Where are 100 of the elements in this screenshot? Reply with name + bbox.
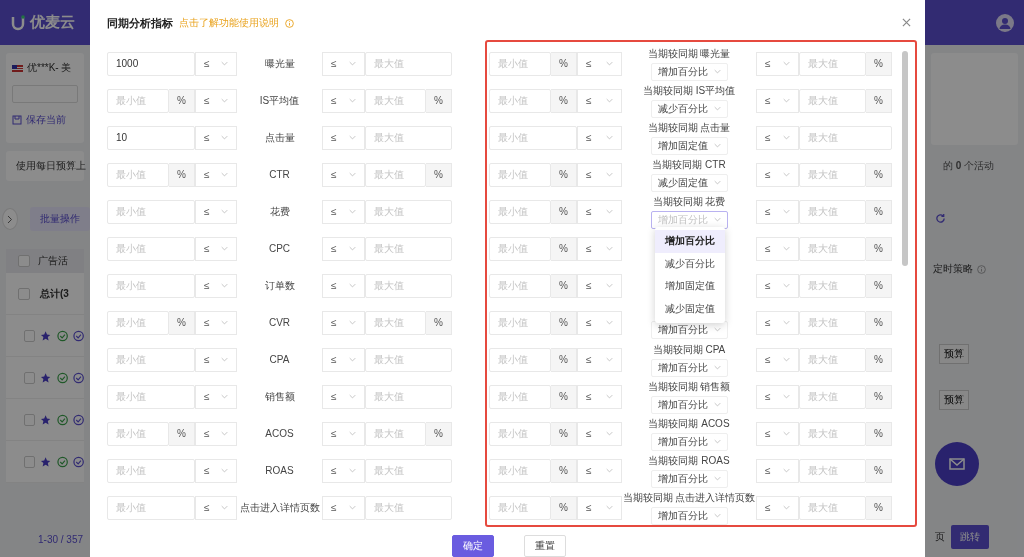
checkbox[interactable] <box>24 413 36 426</box>
operator-select[interactable]: ≤ <box>322 384 365 409</box>
dropdown-option[interactable]: 增加百分比 <box>655 230 725 253</box>
operator-select[interactable]: ≤ <box>577 236 622 261</box>
operator-select[interactable]: ≤ <box>577 495 622 520</box>
dropdown-option[interactable]: 增加固定值 <box>655 275 725 298</box>
jump-button[interactable]: 跳转 <box>951 525 989 549</box>
operator-select[interactable]: ≤ <box>322 421 365 446</box>
checkbox[interactable] <box>18 287 30 300</box>
refresh-icon[interactable] <box>935 213 946 224</box>
operator-select[interactable]: ≤ <box>756 421 799 446</box>
chevron-down-icon <box>221 394 228 399</box>
operator-select[interactable]: ≤ <box>756 273 799 298</box>
operator-select[interactable]: ≤ <box>577 199 622 224</box>
chevron-down-icon <box>783 98 790 103</box>
operator-select[interactable]: ≤ <box>195 236 237 261</box>
operator-select[interactable]: ≤ <box>577 421 622 446</box>
reset-button[interactable]: 重置 <box>524 535 566 557</box>
operator-select[interactable]: ≤ <box>577 273 622 298</box>
operator-select[interactable]: ≤ <box>756 347 799 372</box>
operator-select[interactable]: ≤ <box>322 88 365 113</box>
chevron-down-icon <box>713 365 721 370</box>
pagination-info: 1-30 / 357 <box>37 534 85 545</box>
change-select[interactable]: 增加百分比 <box>650 358 728 377</box>
avatar-icon[interactable] <box>996 13 1014 32</box>
operator-select[interactable]: ≤ <box>195 495 237 520</box>
dropdown-option[interactable]: 减少百分比 <box>655 252 725 275</box>
close-button[interactable] <box>902 18 911 27</box>
operator-select[interactable]: ≤ <box>577 347 622 372</box>
star-icon[interactable] <box>40 329 52 342</box>
star-icon[interactable] <box>40 371 52 384</box>
checkbox[interactable] <box>24 455 36 468</box>
unit-label: % <box>551 236 577 261</box>
checkbox[interactable] <box>24 371 36 384</box>
checkbox[interactable] <box>24 329 36 342</box>
operator-select[interactable]: ≤ <box>577 125 622 150</box>
operator-select[interactable]: ≤ <box>322 273 365 298</box>
operator-select[interactable]: ≤ <box>756 310 799 335</box>
change-select[interactable]: 减少百分比 <box>650 99 728 118</box>
operator-select[interactable]: ≤ <box>322 51 365 76</box>
star-icon[interactable] <box>40 413 52 426</box>
save-view-link[interactable]: 保存当前 <box>26 113 66 127</box>
change-select[interactable]: 增加百分比 <box>650 395 728 414</box>
operator-select[interactable]: ≤ <box>577 162 622 187</box>
operator-select[interactable]: ≤ <box>577 310 622 335</box>
operator-select[interactable]: ≤ <box>195 310 237 335</box>
operator-select[interactable]: ≤ <box>322 236 365 261</box>
min-field[interactable]: 1000 <box>107 51 195 76</box>
operator-select[interactable]: ≤ <box>756 51 799 76</box>
operator-select[interactable]: ≤ <box>195 347 237 372</box>
confirm-button[interactable]: 确定 <box>452 535 494 557</box>
operator-select[interactable]: ≤ <box>756 495 799 520</box>
operator-select[interactable]: ≤ <box>322 199 365 224</box>
unit-label: % <box>866 347 892 372</box>
unit-label: % <box>866 273 892 298</box>
change-select[interactable]: 增加百分比 <box>650 469 728 488</box>
operator-select[interactable]: ≤ <box>195 199 237 224</box>
operator-select[interactable]: ≤ <box>322 347 365 372</box>
operator-select[interactable]: ≤ <box>577 51 622 76</box>
operator-select[interactable]: ≤ <box>195 421 237 446</box>
unit-label: % <box>551 88 577 113</box>
change-select[interactable]: 增加百分比 <box>650 62 728 81</box>
operator-select[interactable]: ≤ <box>756 162 799 187</box>
operator-select[interactable]: ≤ <box>756 458 799 483</box>
operator-select[interactable]: ≤ <box>195 384 237 409</box>
operator-select[interactable]: ≤ <box>577 458 622 483</box>
operator-select[interactable]: ≤ <box>195 162 237 187</box>
budget-button[interactable]: 预算 <box>939 390 969 410</box>
dropdown-option[interactable]: 减少固定值 <box>655 297 725 320</box>
star-icon[interactable] <box>40 455 52 468</box>
operator-select[interactable]: ≤ <box>195 88 237 113</box>
operator-select[interactable]: ≤ <box>322 495 365 520</box>
unit-label: % <box>551 51 577 76</box>
min-field[interactable]: 10 <box>107 125 195 150</box>
change-select[interactable]: 减少固定值 <box>650 173 728 192</box>
operator-select[interactable]: ≤ <box>195 458 237 483</box>
checkbox[interactable] <box>18 255 30 267</box>
unit-label: % <box>169 88 195 113</box>
operator-select[interactable]: ≤ <box>322 125 365 150</box>
chat-button[interactable] <box>935 442 979 486</box>
operator-select[interactable]: ≤ <box>322 310 365 335</box>
operator-select[interactable]: ≤ <box>756 199 799 224</box>
chevron-down-icon <box>606 209 613 214</box>
operator-select[interactable]: ≤ <box>756 384 799 409</box>
operator-select[interactable]: ≤ <box>322 458 365 483</box>
operator-select[interactable]: ≤ <box>195 273 237 298</box>
operator-select[interactable]: ≤ <box>577 88 622 113</box>
change-select[interactable]: 增加百分比 <box>650 432 728 451</box>
operator-select[interactable]: ≤ <box>195 51 237 76</box>
change-select[interactable]: 增加百分比 <box>650 506 728 525</box>
operator-select[interactable]: ≤ <box>756 88 799 113</box>
operator-select[interactable]: ≤ <box>756 125 799 150</box>
budget-button[interactable]: 预算 <box>939 344 969 364</box>
operator-select[interactable]: ≤ <box>577 384 622 409</box>
scrollbar[interactable] <box>902 51 908 266</box>
operator-select[interactable]: ≤ <box>322 162 365 187</box>
change-select[interactable]: 增加固定值 <box>650 136 728 155</box>
operator-select[interactable]: ≤ <box>756 236 799 261</box>
operator-select[interactable]: ≤ <box>195 125 237 150</box>
expand-button[interactable] <box>2 208 18 230</box>
